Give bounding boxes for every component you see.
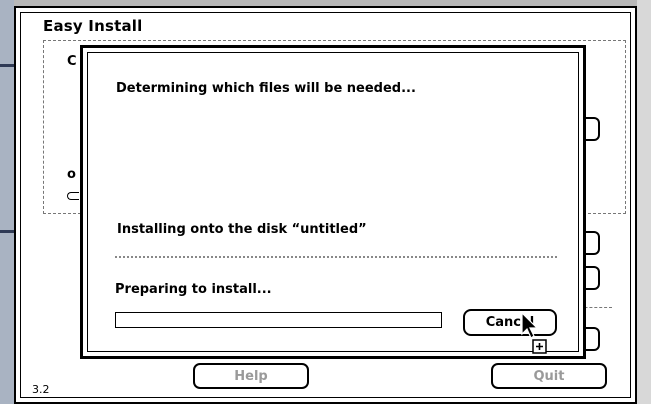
desktop-background-left (0, 0, 14, 404)
hidden-button-edge[interactable] (586, 117, 600, 141)
desktop-background-right (637, 0, 651, 404)
hidden-button-edge[interactable] (586, 327, 600, 351)
desktop-stripe (0, 64, 14, 67)
phase-text: Preparing to install... (115, 282, 272, 297)
dialog-separator (115, 256, 557, 258)
desktop-stripe (0, 230, 14, 233)
hidden-control-edge (67, 192, 79, 200)
hidden-button-edge[interactable] (586, 231, 600, 255)
dialog-frame (87, 52, 579, 352)
quit-button[interactable]: Quit (491, 363, 607, 389)
progress-bar (115, 312, 442, 328)
status-text: Determining which files will be needed..… (116, 81, 416, 96)
hidden-button-edge[interactable] (586, 266, 600, 290)
version-label: 3.2 (32, 383, 50, 396)
hidden-label-mid: o (67, 167, 76, 182)
help-button[interactable]: Help (193, 363, 309, 389)
progress-dialog: Determining which files will be needed..… (80, 45, 586, 359)
window-title: Easy Install (43, 17, 143, 35)
arrow-copy-cursor-icon (521, 312, 547, 354)
target-disk-text: Installing onto the disk “untitled” (117, 222, 367, 237)
hidden-label-top: C (67, 54, 77, 69)
